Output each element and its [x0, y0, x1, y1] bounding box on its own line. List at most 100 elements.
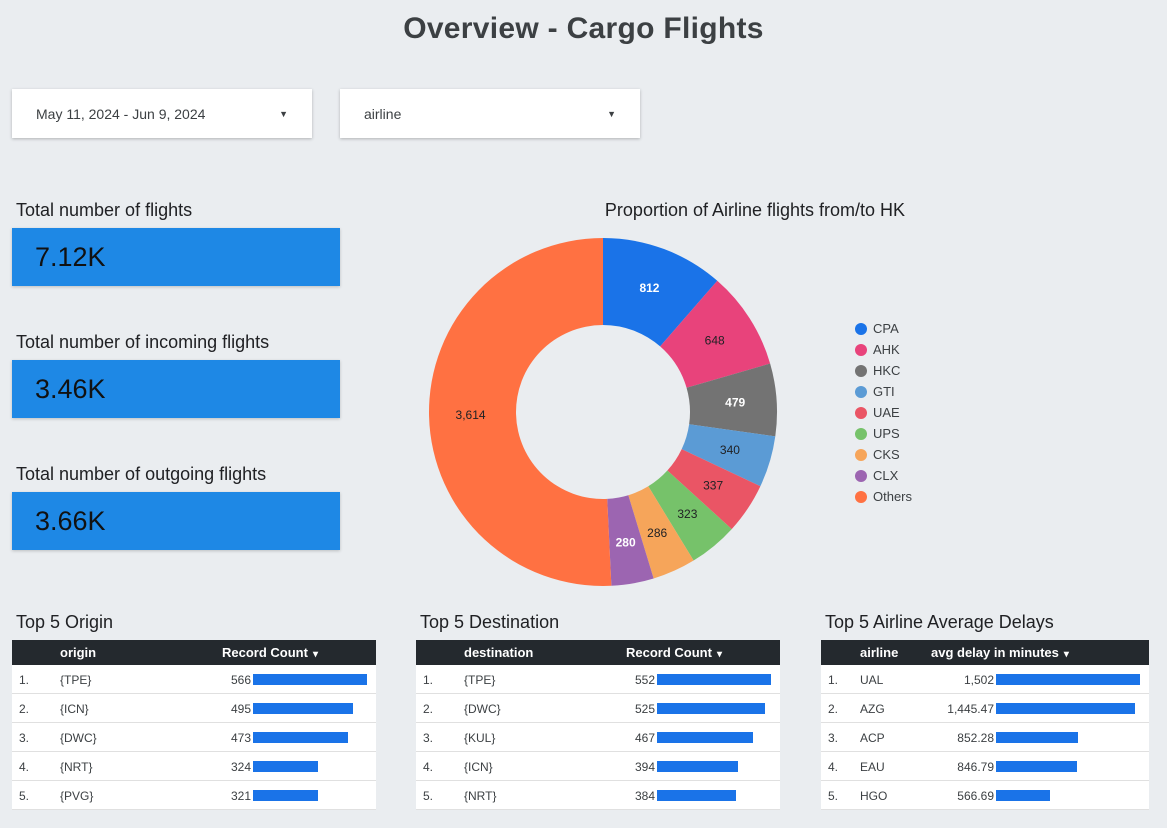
legend-label: HKC: [873, 363, 901, 378]
column-header-metric[interactable]: avg delay in minutes ▾: [931, 645, 1069, 660]
sort-desc-icon[interactable]: ▾: [313, 649, 318, 660]
table-row[interactable]: 5. HGO 566.69: [821, 781, 1149, 810]
table-row[interactable]: 4. {ICN} 394: [416, 752, 780, 781]
dimension-dropdown[interactable]: airline ▼: [340, 89, 640, 138]
value-bar: [657, 790, 737, 801]
value-bar: [253, 790, 318, 801]
row-rank: 5.: [828, 789, 839, 803]
table-row[interactable]: 3. {DWC} 473: [12, 723, 376, 752]
table-row[interactable]: 2. {DWC} 525: [416, 694, 780, 723]
value-bar: [996, 761, 1078, 772]
slice-label-cks: 286: [647, 526, 667, 540]
column-header-destination[interactable]: destination: [464, 645, 533, 660]
date-range-picker[interactable]: May 11, 2024 - Jun 9, 2024 ▼: [12, 89, 312, 138]
legend-item-cpa[interactable]: CPA: [855, 318, 912, 339]
row-value: 852.28: [957, 731, 994, 745]
legend-dot-icon: [855, 427, 867, 440]
table-row[interactable]: 2. AZG 1,445.47: [821, 694, 1149, 723]
legend-label: AHK: [873, 342, 900, 357]
dimension-value: airline: [364, 105, 402, 122]
row-name: UAL: [860, 673, 884, 687]
table-header: airline avg delay in minutes ▾: [821, 640, 1149, 665]
table-row[interactable]: 1. UAL 1,502: [821, 665, 1149, 694]
row-rank: 5.: [19, 789, 30, 803]
row-value: 566.69: [957, 789, 994, 803]
table-row[interactable]: 2. {ICN} 495: [12, 694, 376, 723]
page-title: Overview - Cargo Flights: [403, 12, 764, 45]
row-value: 552: [634, 673, 655, 687]
value-bar: [657, 732, 754, 743]
kpi-card-incoming-flights: 3.46K: [12, 360, 340, 418]
legend-item-others[interactable]: Others: [855, 486, 912, 507]
dropdown-arrow-icon: ▼: [607, 108, 616, 119]
legend-dot-icon: [855, 385, 867, 398]
table-header: origin Record Count ▾: [12, 640, 376, 665]
legend-dot-icon: [855, 448, 867, 461]
legend-item-gti[interactable]: GTI: [855, 381, 912, 402]
row-rank: 2.: [828, 702, 839, 716]
legend-label: UPS: [873, 426, 900, 441]
table-row[interactable]: 4. EAU 846.79: [821, 752, 1149, 781]
row-value: 1,445.47: [947, 702, 994, 716]
legend-dot-icon: [855, 490, 867, 503]
value-bar: [253, 703, 353, 714]
table-row[interactable]: 4. {NRT} 324: [12, 752, 376, 781]
sort-desc-icon[interactable]: ▾: [1064, 649, 1069, 660]
top-destination-title: Top 5 Destination: [420, 612, 560, 632]
column-header-metric[interactable]: Record Count ▾: [626, 645, 722, 660]
row-name: HGO: [860, 789, 888, 803]
slice-label-clx: 280: [616, 536, 636, 550]
row-value: 566: [230, 673, 251, 687]
row-name: {ICN}: [60, 702, 89, 716]
legend-label: CKS: [873, 447, 900, 462]
legend-item-hkc[interactable]: HKC: [855, 360, 912, 381]
legend-item-cks[interactable]: CKS: [855, 444, 912, 465]
row-value: 1,502: [963, 673, 994, 687]
legend-item-clx[interactable]: CLX: [855, 465, 912, 486]
sort-desc-icon[interactable]: ▾: [717, 649, 722, 660]
legend-dot-icon: [855, 322, 867, 335]
row-name: {KUL}: [464, 731, 496, 745]
date-range-value: May 11, 2024 - Jun 9, 2024: [36, 105, 206, 122]
row-rank: 4.: [19, 760, 30, 774]
row-rank: 5.: [423, 789, 434, 803]
chart-title: Proportion of Airline flights from/to HK: [604, 200, 906, 220]
value-bar: [253, 732, 349, 743]
column-header-airline[interactable]: airline: [860, 645, 898, 660]
kpi-card-total-flights: 7.12K: [12, 228, 340, 286]
legend-label: GTI: [873, 384, 895, 399]
table-header: destination Record Count ▾: [416, 640, 780, 665]
legend-item-uae[interactable]: UAE: [855, 402, 912, 423]
legend-label: UAE: [873, 405, 900, 420]
row-value: 321: [230, 789, 251, 803]
row-value: 495: [230, 702, 251, 716]
table-row[interactable]: 1. {TPE} 566: [12, 665, 376, 694]
slice-label-ups: 323: [677, 507, 697, 521]
row-rank: 4.: [828, 760, 839, 774]
legend-item-ahk[interactable]: AHK: [855, 339, 912, 360]
chart-legend: CPA AHK HKC GTI UAE UPS CKS CLX Others: [855, 318, 912, 507]
table-row[interactable]: 3. ACP 852.28: [821, 723, 1149, 752]
row-value: 473: [230, 731, 251, 745]
row-name: {DWC}: [464, 702, 501, 716]
top-airline-delays-table: airline avg delay in minutes ▾ 1. UAL 1,502 2.…: [821, 640, 1149, 810]
row-value: 525: [634, 702, 655, 716]
legend-item-ups[interactable]: UPS: [855, 423, 912, 444]
table-row[interactable]: 5. {PVG} 321: [12, 781, 376, 810]
table-row[interactable]: 3. {KUL} 467: [416, 723, 780, 752]
value-bar: [657, 761, 739, 772]
slice-label-ahk: 648: [705, 334, 725, 348]
row-rank: 3.: [19, 731, 30, 745]
dropdown-arrow-icon: ▼: [279, 108, 288, 119]
row-value: 467: [634, 731, 655, 745]
row-name: {TPE}: [60, 673, 92, 687]
donut-chart: 812 648 479 340 337 323 286 280 3,614: [428, 238, 777, 586]
row-rank: 3.: [828, 731, 839, 745]
table-row[interactable]: 5. {NRT} 384: [416, 781, 780, 810]
column-header-metric[interactable]: Record Count ▾: [222, 645, 318, 660]
column-header-origin[interactable]: origin: [60, 645, 96, 660]
legend-label: CLX: [873, 468, 899, 483]
row-value: 324: [230, 760, 251, 774]
table-row[interactable]: 1. {TPE} 552: [416, 665, 780, 694]
slice-label-cpa: 812: [639, 281, 659, 295]
